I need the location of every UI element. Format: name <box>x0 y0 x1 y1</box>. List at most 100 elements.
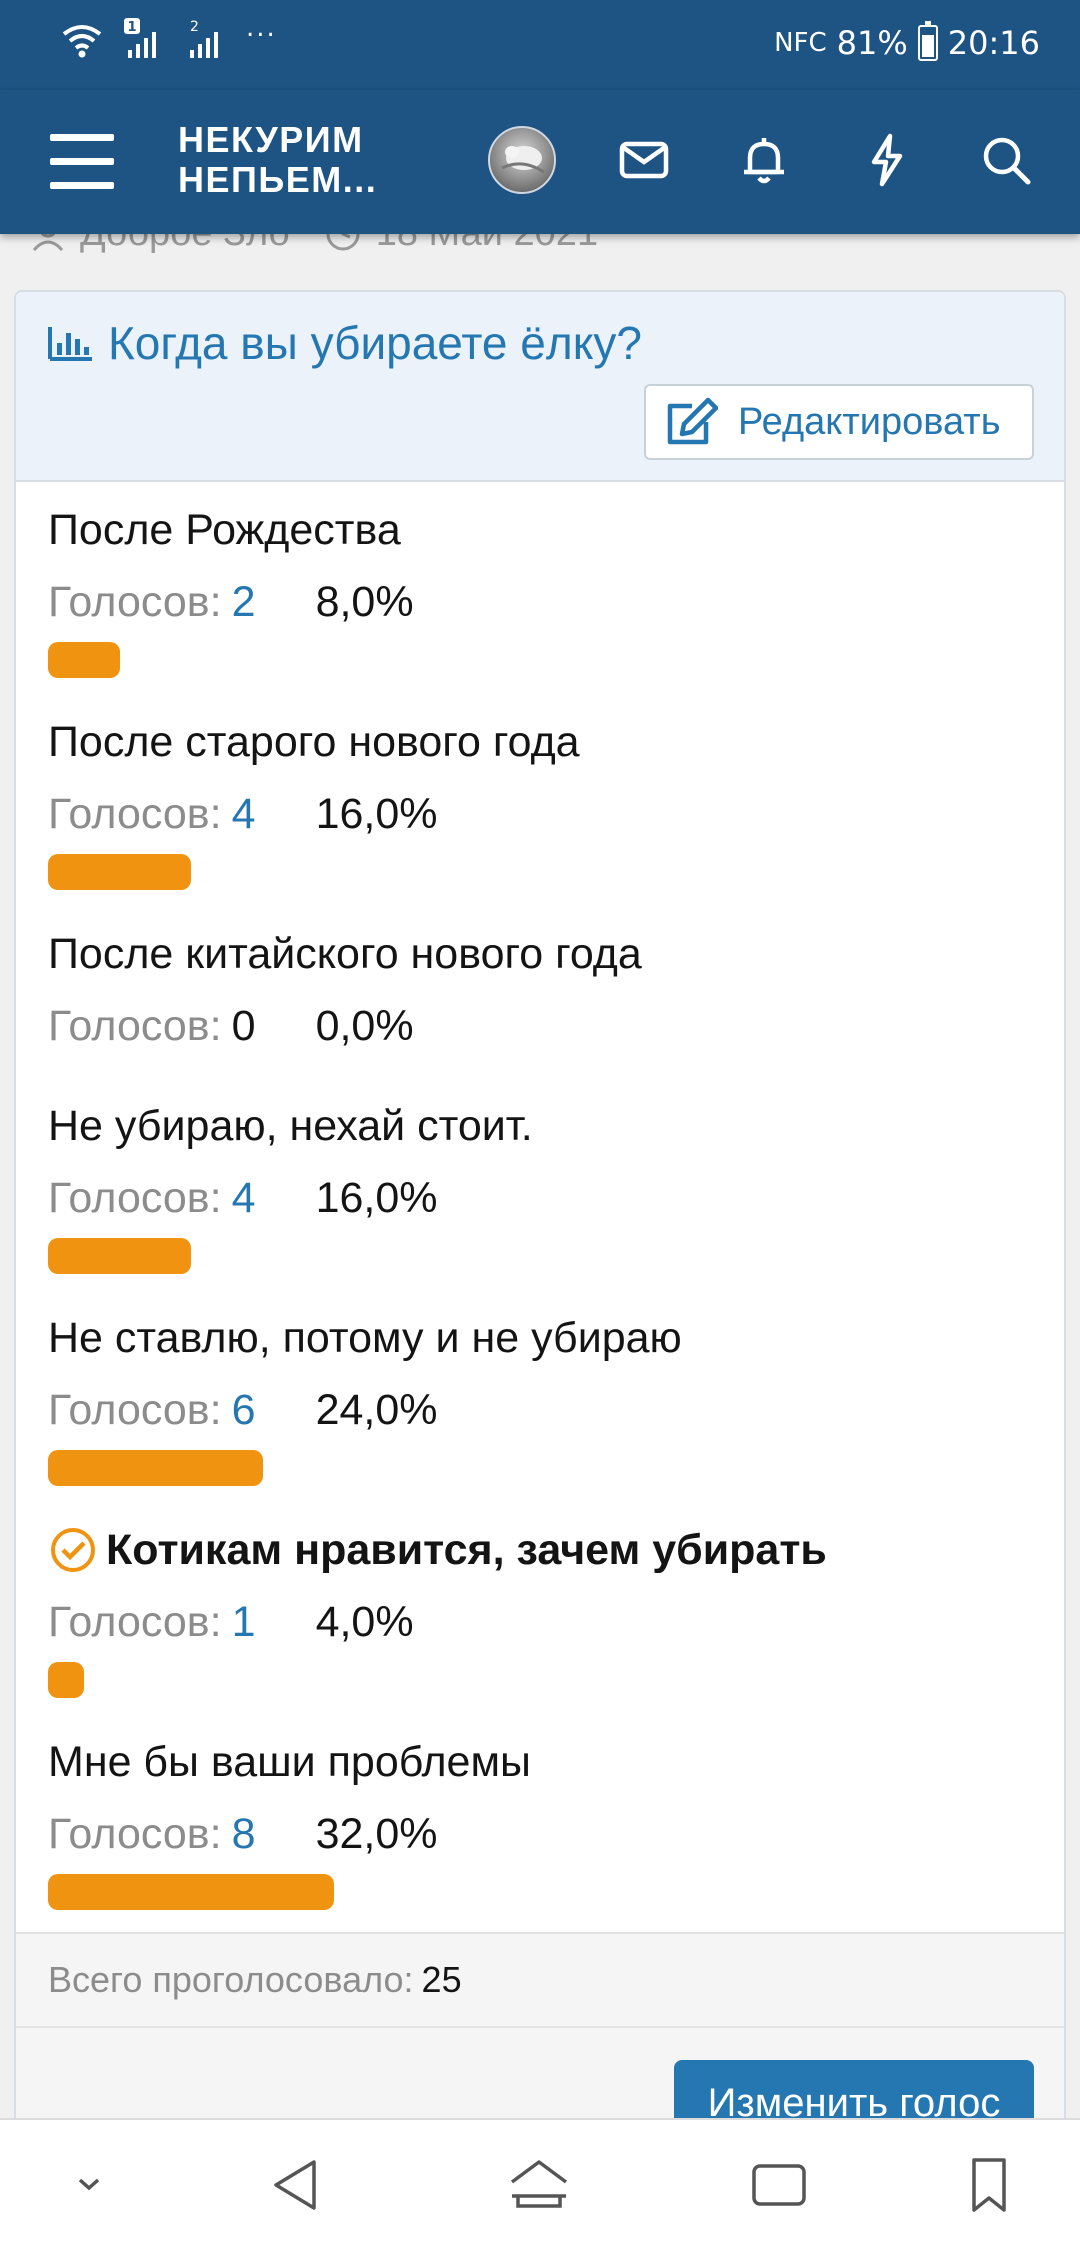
vote-bar <box>48 1238 191 1274</box>
votes-count[interactable]: 2 <box>232 576 292 628</box>
vote-percent: 16,0% <box>315 1174 438 1222</box>
app-header: НЕКУРИМ НЕПЬЕМ... <box>0 90 1080 234</box>
poll-option-label: Мне бы ваши проблемы <box>48 1736 1028 1788</box>
lightning-icon[interactable] <box>856 130 916 190</box>
mail-icon[interactable] <box>614 130 674 190</box>
poll-title: Когда вы убираете ёлку? <box>46 316 642 370</box>
votes-count[interactable]: 6 <box>232 1384 292 1436</box>
system-nav-bar <box>0 2118 1080 2246</box>
poll-option: После китайского нового года Голосов: 0 0,0… <box>48 928 1028 1052</box>
logo-line1: НЕКУРИМ <box>178 119 364 160</box>
poll-option-label: Не убираю, нехай стоит. <box>48 1100 1028 1152</box>
votes-count[interactable]: 8 <box>232 1808 292 1860</box>
poll-option-label: Не ставлю, потому и не убираю <box>48 1312 1028 1364</box>
poll-option-stats: Голосов: 8 32,0% <box>48 1808 1028 1860</box>
bookmark-icon[interactable] <box>954 2150 1024 2220</box>
vote-bar-track <box>48 854 948 890</box>
bell-icon[interactable] <box>734 130 794 190</box>
edit-button[interactable]: Редактировать <box>644 384 1034 460</box>
poll-option: После старого нового года Голосов: 4 16,0% <box>48 716 1028 890</box>
vote-percent: 32,0% <box>315 1810 438 1858</box>
votes-count[interactable]: 1 <box>232 1596 292 1648</box>
recents-icon[interactable] <box>744 2150 814 2220</box>
avatar[interactable] <box>488 126 556 194</box>
votes-label: Голосов: <box>48 1386 222 1434</box>
poll-option-text: После китайского нового года <box>48 930 642 978</box>
vote-bar <box>48 854 191 890</box>
vote-percent: 16,0% <box>315 790 438 838</box>
poll-option-text: Котикам нравится, зачем убирать <box>106 1526 827 1574</box>
poll-option-label: После Рождества <box>48 504 1028 556</box>
poll-option-label: После китайского нового года <box>48 928 1028 980</box>
poll-option-text: После Рождества <box>48 506 401 554</box>
poll-option-text: После старого нового года <box>48 718 580 766</box>
poll-total: Всего проголосовало: 25 <box>16 1932 1064 2028</box>
vote-bar <box>48 1874 334 1910</box>
vote-percent: 0,0% <box>315 1002 414 1050</box>
battery-percent: 81% <box>836 24 908 62</box>
votes-count: 0 <box>231 1002 256 1050</box>
status-bar: 1 2 ... NFC 81% 20:16 <box>0 0 1080 90</box>
vote-bar-track <box>48 642 948 678</box>
chart-icon <box>48 327 92 361</box>
vote-bar <box>48 642 120 678</box>
back-icon[interactable] <box>264 2150 334 2220</box>
votes-label: Голосов: <box>48 1174 222 1222</box>
chevron-down-icon[interactable] <box>54 2150 124 2220</box>
poll-option-stats: Голосов: 4 16,0% <box>48 788 1028 840</box>
vote-bar <box>48 1450 263 1486</box>
poll-option-text: Мне бы ваши проблемы <box>48 1738 531 1786</box>
votes-count[interactable]: 4 <box>232 1172 292 1224</box>
votes-count[interactable]: 4 <box>232 788 292 840</box>
signal-icon: 1 <box>122 18 166 62</box>
total-value: 25 <box>421 1959 462 2000</box>
total-label: Всего проголосовало: <box>48 1959 414 2000</box>
vote-bar-track <box>48 1450 948 1486</box>
nfc-indicator: NFC <box>774 28 827 58</box>
check-circle-icon <box>51 1528 95 1572</box>
clock-time: 20:16 <box>947 24 1040 62</box>
poll-option-stats: Голосов: 1 4,0% <box>48 1596 1028 1648</box>
edit-button-label: Редактировать <box>738 400 1001 443</box>
vote-percent: 4,0% <box>315 1598 414 1646</box>
poll-option-stats: Голосов: 0 0,0% <box>48 1000 1028 1052</box>
sim2-badge: 2 <box>190 19 199 35</box>
poll-option: Мне бы ваши проблемы Голосов: 8 32,0% <box>48 1736 1028 1910</box>
poll-header: Когда вы убираете ёлку? Редактировать <box>16 292 1064 482</box>
poll-option-text: Не ставлю, потому и не убираю <box>48 1314 682 1362</box>
poll-option: После Рождества Голосов: 2 8,0% <box>48 504 1028 678</box>
signal-icon: 2 <box>184 18 228 62</box>
vote-percent: 8,0% <box>315 578 414 626</box>
votes-label: Голосов: <box>48 790 222 838</box>
poll-card: Когда вы убираете ёлку? Редактировать По… <box>14 290 1066 2160</box>
poll-title-text: Когда вы убираете ёлку? <box>108 317 642 369</box>
edit-icon <box>667 397 718 445</box>
poll-option-stats: Голосов: 6 24,0% <box>48 1384 1028 1436</box>
poll-option: Не убираю, нехай стоит. Голосов: 4 16,0% <box>48 1100 1028 1274</box>
votes-label: Голосов: <box>48 578 222 626</box>
vote-bar-track <box>48 1238 948 1274</box>
poll-option-stats: Голосов: 2 8,0% <box>48 576 1028 628</box>
vote-bar-track <box>48 1874 948 1910</box>
poll-option-label: Котикам нравится, зачем убирать <box>48 1524 1028 1576</box>
menu-button[interactable] <box>46 126 118 198</box>
logo-line2: НЕПЬЕМ... <box>178 159 378 200</box>
vote-percent: 24,0% <box>315 1386 438 1434</box>
votes-label: Голосов: <box>48 1002 222 1050</box>
notification-dots: ... <box>246 13 277 43</box>
poll-option-label: После старого нового года <box>48 716 1028 768</box>
poll-option: Котикам нравится, зачем убирать Голосов: 1… <box>48 1524 1028 1698</box>
votes-label: Голосов: <box>48 1598 222 1646</box>
poll-option: Не ставлю, потому и не убираю Голосов: 6 24… <box>48 1312 1028 1486</box>
votes-label: Голосов: <box>48 1810 222 1858</box>
search-icon[interactable] <box>976 130 1036 190</box>
poll-option-text: Не убираю, нехай стоит. <box>48 1102 533 1150</box>
wifi-icon <box>60 18 104 62</box>
poll-option-stats: Голосов: 4 16,0% <box>48 1172 1028 1224</box>
sim1-badge: 1 <box>127 20 136 35</box>
home-icon[interactable] <box>504 2150 574 2220</box>
vote-bar-track <box>48 1662 948 1698</box>
site-logo[interactable]: НЕКУРИМ НЕПЬЕМ... <box>178 120 408 200</box>
vote-bar <box>48 1662 84 1698</box>
battery-icon <box>917 21 938 61</box>
